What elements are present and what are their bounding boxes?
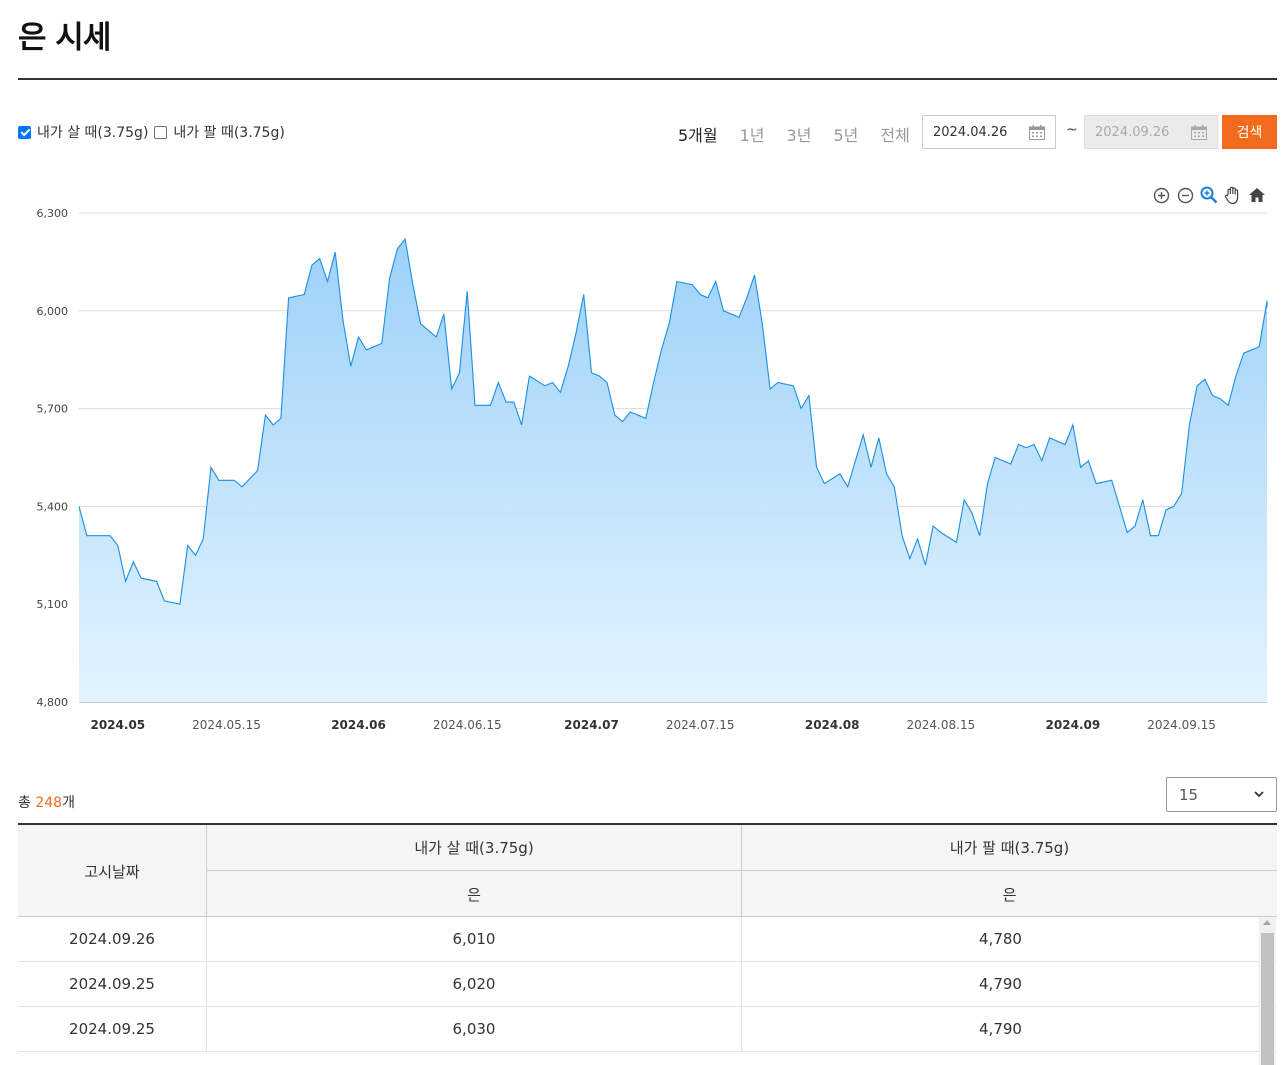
x-tick-label: 2024.09.15 bbox=[1147, 718, 1216, 732]
sell-checkbox-box[interactable] bbox=[154, 125, 168, 139]
cell-buy: 6,030 bbox=[207, 1007, 742, 1051]
x-tick-label: 2024.08.15 bbox=[907, 718, 976, 732]
cell-date: 2024.09.26 bbox=[18, 917, 207, 961]
x-tick-label: 2024.05 bbox=[90, 718, 145, 732]
search-button[interactable]: 검색 bbox=[1222, 115, 1277, 149]
table-row: 2024.09.25 6,030 4,790 bbox=[18, 1007, 1277, 1052]
end-date-input[interactable]: 2024.09.26 bbox=[1084, 115, 1218, 149]
price-table: 고시날짜 내가 살 때(3.75g) 내가 팔 때(3.75g) 은 은 202… bbox=[18, 823, 1277, 1065]
x-tick-label: 2024.09 bbox=[1046, 718, 1101, 732]
title-divider bbox=[18, 78, 1277, 80]
end-date-value: 2024.09.26 bbox=[1095, 124, 1170, 140]
buy-checkbox[interactable]: 내가 살 때(3.75g) bbox=[18, 122, 148, 142]
period-3y[interactable]: 3년 bbox=[787, 122, 812, 146]
x-tick-label: 2024.06.15 bbox=[433, 718, 502, 732]
header-buy: 내가 살 때(3.75g) bbox=[207, 825, 742, 871]
calendar-icon[interactable] bbox=[1191, 124, 1207, 140]
table-body: 2024.09.26 6,010 4,780 2024.09.25 6,020 … bbox=[18, 917, 1277, 1065]
y-tick-label: 5,700 bbox=[37, 403, 69, 416]
total-count-suffix: 개 bbox=[62, 795, 75, 811]
start-date-value: 2024.04.26 bbox=[933, 124, 1008, 140]
total-count-prefix: 총 bbox=[18, 795, 36, 811]
total-count-number: 248 bbox=[35, 795, 63, 811]
y-tick-label: 6,300 bbox=[37, 207, 69, 220]
scrollbar-thumb[interactable] bbox=[1261, 933, 1274, 1065]
table-header: 고시날짜 내가 살 때(3.75g) 내가 팔 때(3.75g) 은 은 bbox=[18, 823, 1277, 917]
cell-buy: 6,020 bbox=[207, 962, 742, 1006]
calendar-icon[interactable] bbox=[1029, 124, 1045, 140]
page-size-select[interactable]: 15 bbox=[1166, 777, 1277, 812]
y-tick-label: 5,100 bbox=[37, 598, 69, 611]
cell-date: 2024.09.25 bbox=[18, 962, 207, 1006]
chevron-down-icon bbox=[1254, 791, 1264, 798]
y-tick-label: 5,400 bbox=[37, 500, 69, 513]
y-tick-label: 6,000 bbox=[37, 305, 69, 318]
date-range-separator: ~ bbox=[1066, 122, 1078, 138]
period-all[interactable]: 전체 bbox=[880, 122, 909, 146]
header-sell: 내가 팔 때(3.75g) bbox=[742, 825, 1277, 871]
cell-date: 2024.09.25 bbox=[18, 1007, 207, 1051]
x-tick-label: 2024.07 bbox=[564, 718, 619, 732]
period-tabs: 5개월 1년 3년 5년 전체 bbox=[678, 122, 932, 146]
sell-checkbox[interactable]: 내가 팔 때(3.75g) bbox=[154, 122, 285, 142]
table-row: 2024.09.26 6,010 4,780 bbox=[18, 917, 1277, 962]
start-date-input[interactable]: 2024.04.26 bbox=[922, 115, 1056, 149]
cell-sell: 4,790 bbox=[979, 975, 1022, 993]
period-5y[interactable]: 5년 bbox=[833, 122, 858, 146]
x-tick-label: 2024.05.15 bbox=[192, 718, 261, 732]
x-tick-label: 2024.06 bbox=[331, 718, 386, 732]
price-chart[interactable]: 4,800 5,100 5,400 5,700 6,000 6,300 2024.05 202… bbox=[0, 195, 1288, 745]
sell-checkbox-label: 내가 팔 때(3.75g) bbox=[173, 125, 285, 141]
cell-sell: 4,780 bbox=[979, 930, 1022, 948]
table-scrollbar[interactable] bbox=[1259, 917, 1276, 1065]
y-tick-label: 4,800 bbox=[37, 696, 69, 709]
page-size-value: 15 bbox=[1179, 785, 1199, 804]
header-sell-silver: 은 bbox=[1002, 885, 1017, 904]
series-filters: 내가 살 때(3.75g) 내가 팔 때(3.75g) bbox=[18, 121, 291, 143]
header-date: 고시날짜 bbox=[18, 825, 207, 917]
buy-checkbox-label: 내가 살 때(3.75g) bbox=[37, 125, 149, 141]
buy-checkbox-box[interactable] bbox=[18, 125, 31, 139]
cell-buy: 6,010 bbox=[207, 917, 742, 961]
period-5m[interactable]: 5개월 bbox=[678, 122, 718, 146]
x-tick-label: 2024.07.15 bbox=[666, 718, 735, 732]
header-buy-silver: 은 bbox=[207, 871, 742, 917]
x-tick-label: 2024.08 bbox=[805, 718, 860, 732]
period-1y[interactable]: 1년 bbox=[740, 122, 765, 146]
scroll-up-arrow-icon[interactable] bbox=[1263, 920, 1271, 925]
total-count: 총 248개 bbox=[18, 792, 75, 812]
page-title: 은 시세 bbox=[18, 20, 111, 56]
table-row: 2024.09.25 6,020 4,790 bbox=[18, 962, 1277, 1007]
cell-sell: 4,790 bbox=[979, 1020, 1022, 1038]
